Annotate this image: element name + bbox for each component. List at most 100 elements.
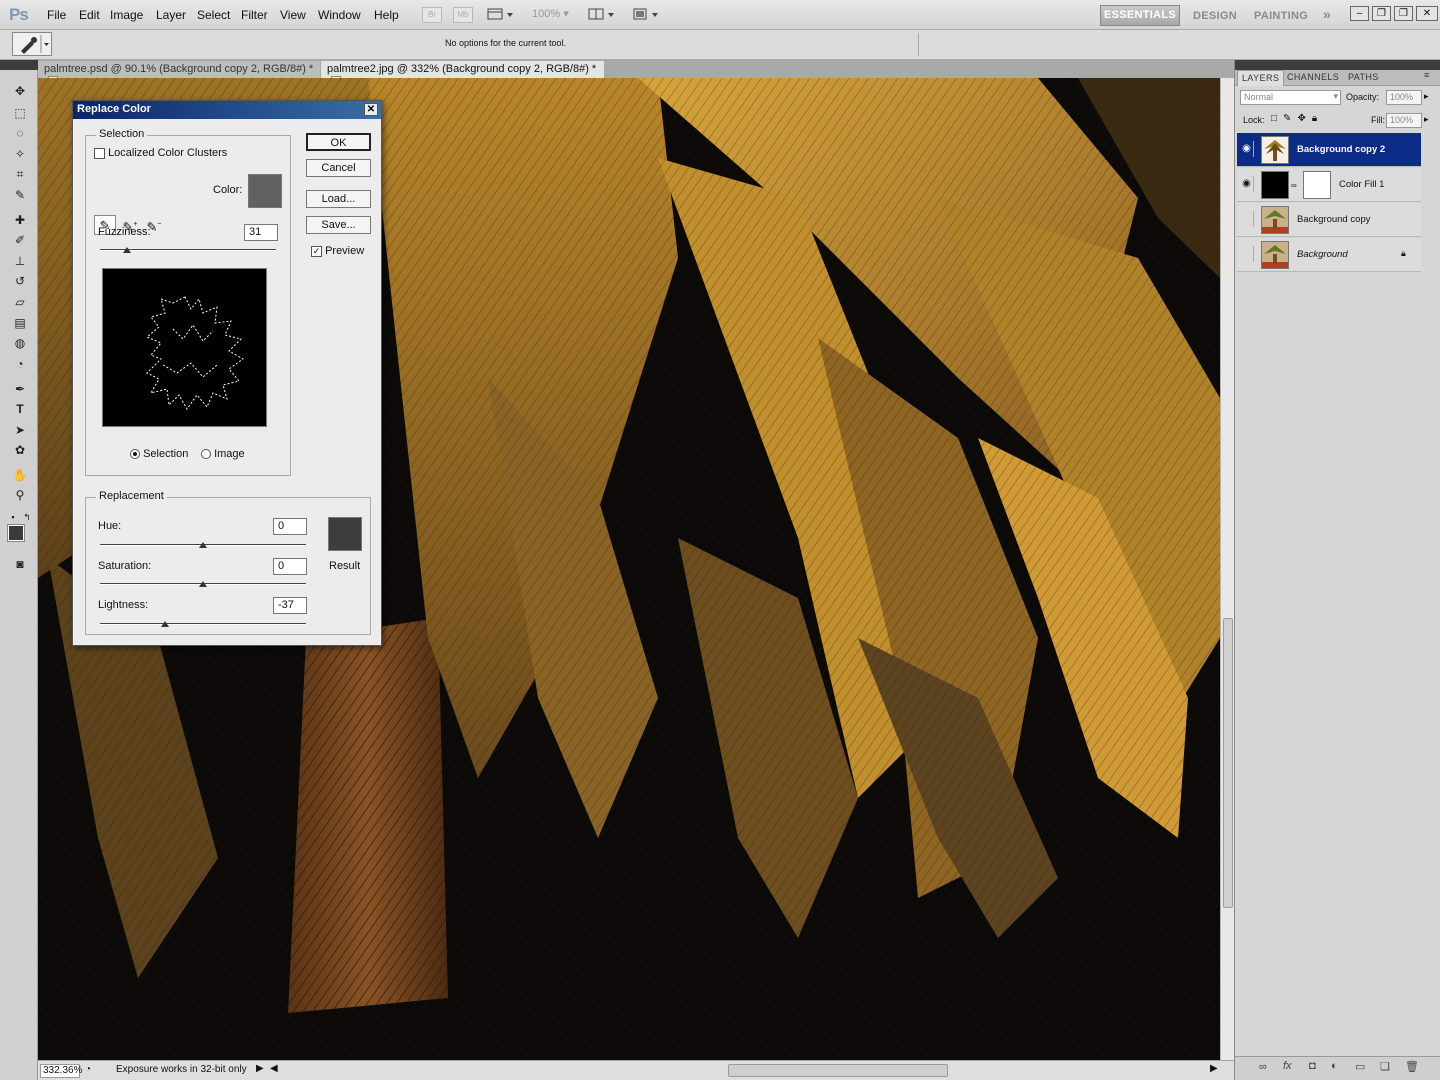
lock-icons[interactable]: □✎✥🔒︎ (1271, 113, 1323, 124)
marquee-tool-icon[interactable]: ⬚ (11, 104, 29, 122)
visibility-eye-icon[interactable]: ◉ (1240, 176, 1254, 192)
image-radio[interactable] (201, 449, 211, 460)
new-group-icon[interactable]: ▭ (1355, 1060, 1365, 1073)
foreground-color-swatch[interactable] (7, 524, 25, 542)
pen-tool-icon[interactable]: ✒ (11, 380, 29, 398)
crop-tool-icon[interactable]: ⌗ (11, 165, 29, 183)
scroll-right-icon[interactable]: ▶ (1210, 1063, 1218, 1074)
cancel-button[interactable]: Cancel (306, 159, 371, 177)
selection-radio-option[interactable]: Selection (130, 448, 188, 460)
zoom-level-select[interactable]: 100% ▾ (532, 7, 577, 23)
fuzziness-field[interactable]: 31 (244, 224, 278, 241)
image-radio-option[interactable]: Image (201, 448, 245, 460)
workspace-painting[interactable]: PAINTING (1254, 10, 1308, 22)
status-info-icon[interactable]: ◔ (85, 1064, 91, 1075)
toolbox-header[interactable] (0, 60, 38, 70)
tab-paths[interactable]: PATHS (1348, 72, 1379, 82)
menu-file[interactable]: File (47, 8, 66, 22)
result-color-swatch[interactable] (328, 517, 362, 551)
panel-menu-icon[interactable]: ≡ (1424, 70, 1430, 80)
close-icon[interactable]: ✕ (1416, 6, 1438, 21)
hue-slider-knob[interactable] (199, 542, 207, 548)
saturation-field[interactable]: 0 (273, 558, 307, 575)
fill-field[interactable]: 100% (1386, 113, 1422, 128)
visibility-eye-icon[interactable] (1240, 211, 1254, 227)
lightness-field[interactable]: -37 (273, 597, 307, 614)
tab-palmtree-psd[interactable]: palmtree.psd @ 90.1% (Background copy 2,… (38, 61, 320, 87)
healing-brush-tool-icon[interactable]: ✚ (11, 211, 29, 229)
shape-tool-icon[interactable]: ✿ (11, 441, 29, 459)
workspace-essentials[interactable]: ESSENTIALS (1100, 5, 1180, 26)
new-layer-icon[interactable]: ❏ (1380, 1060, 1390, 1073)
brush-tool-icon[interactable]: ✐ (11, 231, 29, 249)
selection-radio[interactable] (130, 449, 140, 460)
zoom-level-field[interactable]: 332.36% (40, 1064, 82, 1078)
dodge-tool-icon[interactable]: ◔ (11, 355, 29, 373)
tool-preset-picker[interactable] (12, 32, 52, 56)
restore-small-icon[interactable]: ❐ (1394, 6, 1413, 21)
menu-edit[interactable]: Edit (79, 8, 100, 22)
blur-tool-icon[interactable]: ◍ (11, 334, 29, 352)
lightness-slider-knob[interactable] (160, 621, 169, 627)
view-extras-icon[interactable] (487, 7, 517, 23)
dialog-title-bar[interactable]: Replace Color ✕ (73, 101, 381, 119)
layer-row[interactable]: Background copy (1237, 203, 1421, 237)
screen-mode-icon[interactable] (632, 7, 662, 23)
menu-view[interactable]: View (280, 8, 306, 22)
lightness-slider-track[interactable] (100, 623, 306, 625)
arrange-documents-icon[interactable] (588, 7, 618, 23)
menu-select[interactable]: Select (197, 8, 230, 22)
localized-clusters-checkbox[interactable] (94, 147, 105, 159)
hand-tool-icon[interactable]: ✋ (11, 466, 29, 484)
tab-channels[interactable]: CHANNELS (1287, 72, 1339, 82)
quick-selection-tool-icon[interactable]: ✧ (11, 145, 29, 163)
load-button[interactable]: Load... (306, 190, 371, 208)
path-selection-tool-icon[interactable]: ➤ (11, 421, 29, 439)
lasso-tool-icon[interactable]: ◌ (11, 124, 29, 142)
delete-layer-icon[interactable]: 🗑︎ (1405, 1060, 1419, 1073)
gradient-tool-icon[interactable]: ▤ (11, 314, 29, 332)
selection-color-swatch[interactable] (248, 174, 282, 208)
status-menu-arrow-icon[interactable]: ▶ (256, 1063, 264, 1074)
fill-arrow-icon[interactable]: ▸ (1424, 114, 1429, 125)
move-tool-icon[interactable]: ✥ (11, 82, 29, 100)
preview-checkbox[interactable]: ✓ (311, 245, 322, 257)
vertical-scrollbar[interactable] (1220, 78, 1234, 1060)
localized-clusters-option[interactable]: Localized Color Clusters (94, 147, 227, 159)
type-tool-icon[interactable]: T (11, 400, 29, 418)
menu-image[interactable]: Image (110, 8, 143, 22)
blend-mode-select[interactable]: Normal ▾ (1240, 90, 1341, 105)
add-mask-icon[interactable]: ◘ (1309, 1060, 1316, 1072)
panel-header[interactable] (1235, 60, 1440, 70)
ok-button[interactable]: OK (306, 133, 371, 151)
layer-style-icon[interactable]: fx (1283, 1060, 1292, 1072)
horizontal-scroll-thumb[interactable] (728, 1064, 948, 1077)
menu-layer[interactable]: Layer (156, 8, 186, 22)
dialog-close-button[interactable]: ✕ (364, 103, 378, 116)
save-button[interactable]: Save... (306, 216, 371, 234)
lock-image-icon[interactable]: ✎ (1283, 113, 1297, 124)
eraser-tool-icon[interactable]: ▱ (11, 293, 29, 311)
layer-row[interactable]: Background 🔒︎ (1237, 238, 1421, 272)
zoom-tool-icon[interactable]: ⚲ (11, 486, 29, 504)
layer-row[interactable]: ◉ Background copy 2 (1237, 133, 1421, 167)
layer-row[interactable]: ◉ ∞ Color Fill 1 (1237, 168, 1421, 202)
launch-bridge-button[interactable]: Br (422, 7, 442, 23)
vertical-scroll-thumb[interactable] (1223, 618, 1233, 908)
restore-icon[interactable]: ❐ (1372, 6, 1391, 21)
preview-option[interactable]: ✓ Preview (311, 245, 364, 257)
opacity-field[interactable]: 100% (1386, 90, 1422, 105)
lock-position-icon[interactable]: ✥ (1297, 113, 1311, 124)
lock-all-icon[interactable]: 🔒︎ (1312, 113, 1323, 124)
fuzziness-slider-knob[interactable] (123, 247, 132, 253)
link-layers-icon[interactable]: ∞ (1259, 1061, 1267, 1073)
menu-help[interactable]: Help (374, 8, 399, 22)
eyedropper-tool-icon[interactable]: ✎ (11, 186, 29, 204)
scroll-left-icon[interactable]: ◀ (270, 1063, 278, 1074)
quick-mask-icon[interactable]: ◙ (11, 555, 29, 573)
more-workspaces-icon[interactable]: » (1323, 6, 1331, 22)
saturation-slider-knob[interactable] (199, 581, 207, 587)
visibility-eye-icon[interactable] (1240, 246, 1254, 262)
launch-minibridge-button[interactable]: Mb (453, 7, 473, 23)
minimize-icon[interactable]: – (1350, 6, 1369, 21)
